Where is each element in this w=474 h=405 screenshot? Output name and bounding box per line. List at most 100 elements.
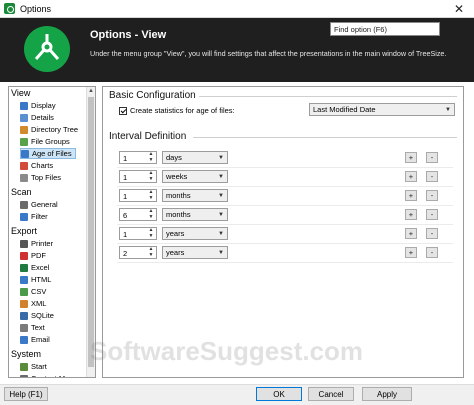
sidebar-group-scan[interactable]: Scan xyxy=(11,187,32,197)
add-interval-button[interactable]: + xyxy=(405,247,417,258)
pdf-icon xyxy=(20,251,28,260)
remove-interval-button[interactable]: - xyxy=(426,171,438,182)
sidebar-item-email[interactable]: Email xyxy=(20,334,53,345)
sidebar-group-system[interactable]: System xyxy=(11,349,41,359)
sidebar-item-label: General xyxy=(31,200,58,209)
interval-count-stepper[interactable]: 1 ▲ ▼ xyxy=(119,170,157,183)
interval-unit-dropdown[interactable]: months ▼ xyxy=(162,208,228,221)
sidebar-item-csv[interactable]: CSV xyxy=(20,286,49,297)
age-statistics-checkbox[interactable] xyxy=(119,106,127,115)
scrollbar-thumb[interactable] xyxy=(88,97,94,367)
context-menu-icon xyxy=(20,374,28,377)
interval-unit-value: years xyxy=(166,248,185,257)
sidebar-item-filter[interactable]: Filter xyxy=(20,211,51,222)
html-icon xyxy=(20,275,28,284)
stepper-arrows-icon[interactable]: ▲ ▼ xyxy=(147,170,155,182)
sidebar-item-top-files[interactable]: Top Files xyxy=(20,172,64,183)
age-statistics-checkbox-row[interactable]: Create statistics for age of files: xyxy=(119,106,235,115)
sidebar-item-label: Start xyxy=(31,362,47,371)
interval-count-stepper[interactable]: 1 ▲ ▼ xyxy=(119,189,157,202)
sidebar-item-general[interactable]: General xyxy=(20,199,61,210)
sidebar-item-text[interactable]: Text xyxy=(20,322,48,333)
sidebar-item-pdf[interactable]: PDF xyxy=(20,250,49,261)
stepper-arrows-icon[interactable]: ▲ ▼ xyxy=(147,246,155,258)
add-interval-button[interactable]: + xyxy=(405,228,417,239)
sidebar-item-label: Text xyxy=(31,323,45,332)
interval-unit-dropdown[interactable]: days ▼ xyxy=(162,151,228,164)
sidebar-item-details[interactable]: Details xyxy=(20,112,57,123)
row-divider xyxy=(117,186,453,187)
remove-interval-button[interactable]: - xyxy=(426,247,438,258)
row-divider xyxy=(117,243,453,244)
sidebar-item-start[interactable]: Start xyxy=(20,361,50,372)
help-button[interactable]: Help (F1) xyxy=(4,387,48,401)
interval-count-value: 6 xyxy=(123,211,128,220)
apply-button[interactable]: Apply xyxy=(362,387,412,401)
interval-count-stepper[interactable]: 2 ▲ ▼ xyxy=(119,246,157,259)
watermark: SoftwareSuggest.com xyxy=(90,336,364,366)
remove-interval-button[interactable]: - xyxy=(426,228,438,239)
age-statistics-checkbox-label: Create statistics for age of files: xyxy=(130,106,235,115)
page-title: Options - View xyxy=(90,29,167,41)
sidebar-item-html[interactable]: HTML xyxy=(20,274,54,285)
sidebar-item-charts[interactable]: Charts xyxy=(20,160,56,171)
interval-unit-value: months xyxy=(166,210,191,219)
sidebar-item-label: SQLite xyxy=(31,311,54,320)
sidebar-group-export[interactable]: Export xyxy=(11,226,37,236)
stepper-arrows-icon[interactable]: ▲ ▼ xyxy=(147,208,155,220)
display-icon xyxy=(20,101,28,110)
sidebar-item-xml[interactable]: XML xyxy=(20,298,49,309)
row-divider xyxy=(117,167,453,168)
add-interval-button[interactable]: + xyxy=(405,171,417,182)
sidebar-item-label: CSV xyxy=(31,287,47,296)
sidebar-item-age-of-files[interactable]: Age of Files xyxy=(20,148,76,159)
sidebar-item-label: Directory Tree xyxy=(31,125,79,134)
sidebar-item-excel[interactable]: Excel xyxy=(20,262,52,273)
chevron-down-icon: ▼ xyxy=(218,192,224,199)
email-icon xyxy=(20,335,28,344)
interval-unit-dropdown[interactable]: weeks ▼ xyxy=(162,170,228,183)
interval-count-stepper[interactable]: 1 ▲ ▼ xyxy=(119,227,157,240)
interval-unit-dropdown[interactable]: years ▼ xyxy=(162,227,228,240)
remove-interval-button[interactable]: - xyxy=(426,190,438,201)
remove-interval-button[interactable]: - xyxy=(426,152,438,163)
sidebar-group-view[interactable]: View xyxy=(11,88,30,98)
interval-count-value: 1 xyxy=(123,154,128,163)
xml-icon xyxy=(20,299,28,308)
page-description: Under the menu group "View", you will fi… xyxy=(90,49,447,58)
cancel-button[interactable]: Cancel xyxy=(308,387,354,401)
top-files-icon xyxy=(20,173,28,182)
interval-unit-value: days xyxy=(166,153,182,162)
age-mode-dropdown[interactable]: Last Modified Date ▼ xyxy=(309,103,455,116)
interval-count-stepper[interactable]: 6 ▲ ▼ xyxy=(119,208,157,221)
stepper-arrows-icon[interactable]: ▲ ▼ xyxy=(147,151,155,163)
chevron-down-icon: ▼ xyxy=(218,173,224,180)
add-interval-button[interactable]: + xyxy=(405,209,417,220)
sidebar-scrollbar[interactable]: ▲ xyxy=(86,87,95,377)
interval-count-stepper[interactable]: 1 ▲ ▼ xyxy=(119,151,157,164)
sidebar-item-printer[interactable]: Printer xyxy=(20,238,56,249)
interval-unit-value: years xyxy=(166,229,185,238)
ok-button[interactable]: OK xyxy=(256,387,302,401)
sqlite-icon xyxy=(20,311,28,320)
sidebar-item-display[interactable]: Display xyxy=(20,100,59,111)
close-icon[interactable]: ✕ xyxy=(444,0,474,18)
interval-count-value: 1 xyxy=(123,230,128,239)
add-interval-button[interactable]: + xyxy=(405,152,417,163)
interval-unit-dropdown[interactable]: years ▼ xyxy=(162,246,228,259)
sidebar-item-directory-tree[interactable]: Directory Tree xyxy=(20,124,81,135)
stepper-arrows-icon[interactable]: ▲ ▼ xyxy=(147,189,155,201)
remove-interval-button[interactable]: - xyxy=(426,209,438,220)
find-option-input[interactable]: Find option (F6) xyxy=(330,22,440,36)
sidebar-item-label: Printer xyxy=(31,239,54,248)
scroll-up-icon[interactable]: ▲ xyxy=(88,88,94,94)
row-divider xyxy=(117,262,453,263)
text-icon xyxy=(20,323,28,332)
add-interval-button[interactable]: + xyxy=(405,190,417,201)
stepper-arrows-icon[interactable]: ▲ ▼ xyxy=(147,227,155,239)
sidebar-item-sqlite[interactable]: SQLite xyxy=(20,310,57,321)
sidebar-item-label: Details xyxy=(31,113,54,122)
interval-unit-dropdown[interactable]: months ▼ xyxy=(162,189,228,202)
sidebar-item-context-menu[interactable]: Context Menu xyxy=(20,373,81,377)
sidebar-item-file-groups[interactable]: File Groups xyxy=(20,136,73,147)
